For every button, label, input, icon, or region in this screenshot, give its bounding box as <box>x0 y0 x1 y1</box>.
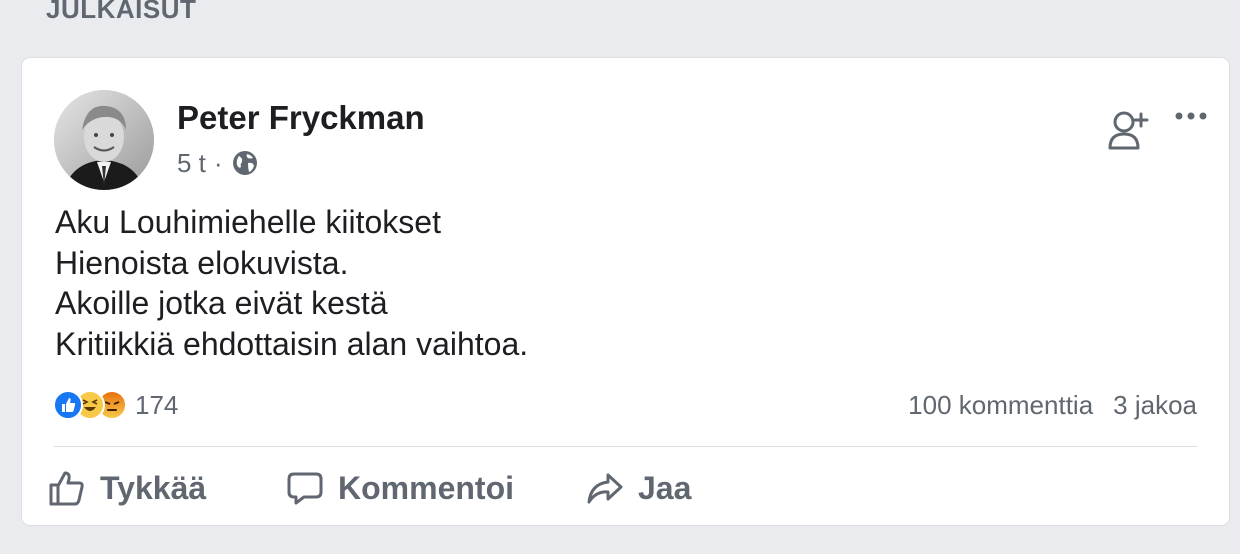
section-title: JULKAISUT <box>46 0 197 24</box>
post-text: Aku Louhimiehelle kiitokset Hienoista el… <box>55 202 528 364</box>
comment-count[interactable]: 100 kommenttia <box>908 390 1093 421</box>
like-reaction-icon <box>53 390 83 420</box>
post-text-line: Akoille jotka eivät kestä <box>55 285 388 321</box>
add-friend-icon[interactable] <box>1106 108 1150 152</box>
share-count[interactable]: 3 jakoa <box>1113 390 1197 421</box>
like-button[interactable]: Tykkää <box>48 462 206 514</box>
post-meta: 5 t · <box>177 146 259 180</box>
author-name[interactable]: Peter Fryckman <box>177 99 425 137</box>
avatar-image <box>54 90 154 190</box>
divider <box>54 446 1197 447</box>
share-label: Jaa <box>638 469 692 506</box>
meta-separator: · <box>213 147 223 178</box>
post-text-line: Aku Louhimiehelle kiitokset <box>55 204 441 240</box>
post-text-line: Kritiikkiä ehdottaisin alan vaihtoa. <box>55 325 529 362</box>
thumbs-up-icon <box>49 471 84 506</box>
comment-icon <box>287 472 323 505</box>
share-button[interactable]: Jaa <box>586 462 691 514</box>
post-card: Peter Fryckman 5 t · Aku Louhimiehelle k… <box>22 58 1229 525</box>
globe-icon[interactable] <box>231 149 259 177</box>
share-icon <box>587 473 623 504</box>
post-text-line: Hienoista elokuvista. <box>55 244 349 281</box>
more-options-icon[interactable] <box>1174 106 1208 126</box>
reactions-summary[interactable]: 174 <box>53 388 178 422</box>
like-label: Tykkää <box>100 469 207 506</box>
comment-button[interactable]: Kommentoi <box>286 462 514 514</box>
post-stats: 100 kommenttia 3 jakoa <box>908 388 1197 422</box>
comment-label: Kommentoi <box>338 469 514 506</box>
avatar[interactable] <box>54 90 154 190</box>
post-time[interactable]: 5 t <box>177 148 206 179</box>
reaction-count[interactable]: 174 <box>135 390 178 421</box>
